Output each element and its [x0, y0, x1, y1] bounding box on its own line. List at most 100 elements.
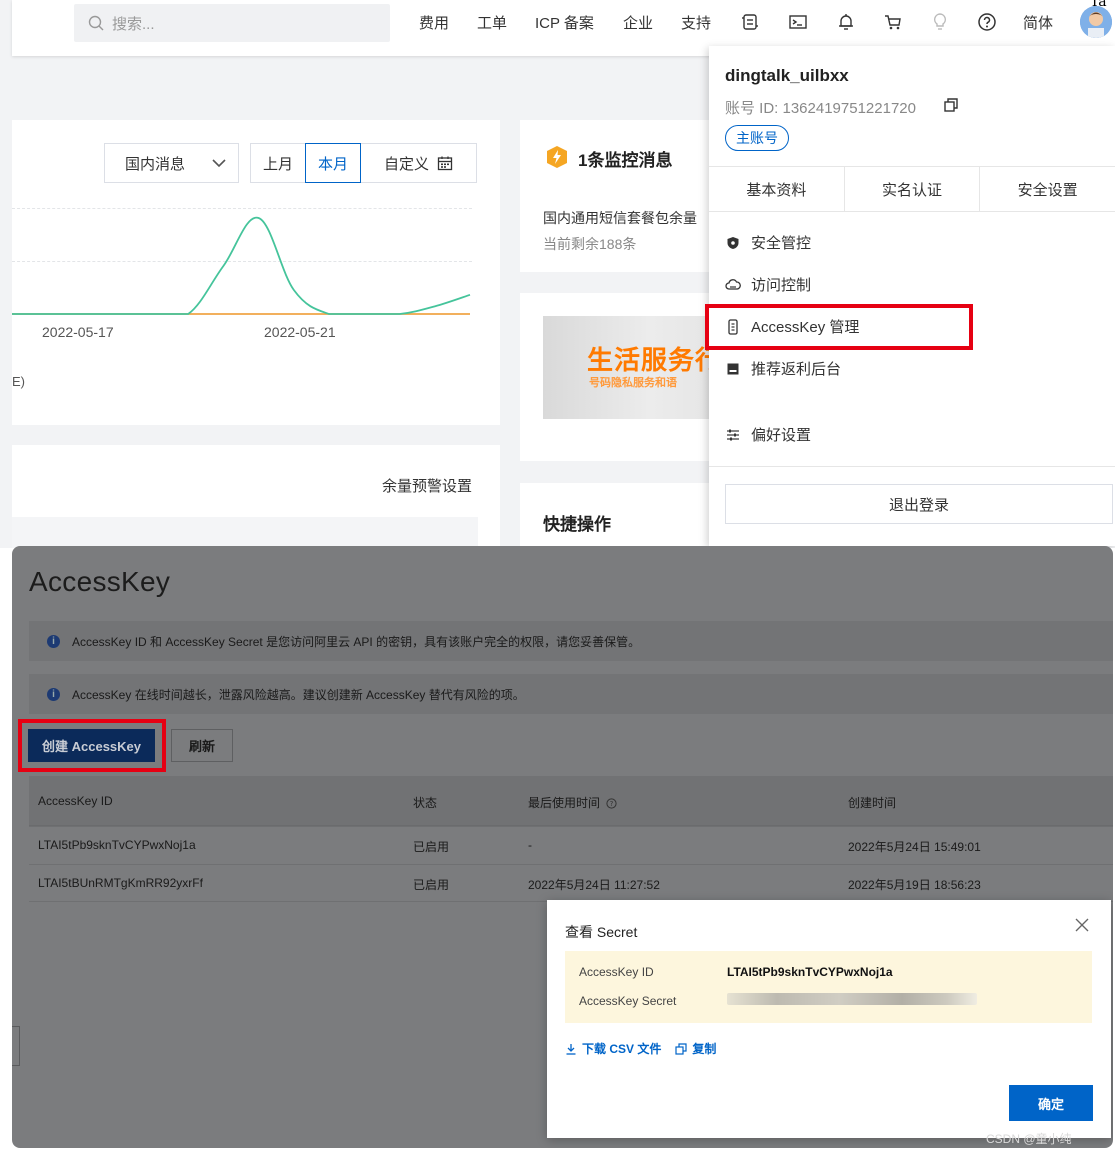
column-header-created: 创建时间	[848, 796, 897, 810]
accesskey-id-label: AccessKey ID	[579, 965, 654, 979]
nav-icp[interactable]: ICP 备案	[535, 12, 594, 33]
tab-basic-info[interactable]: 基本资料	[709, 167, 845, 211]
notice-text: AccessKey ID 和 AccessKey Secret 是您访问阿里云 …	[72, 634, 641, 649]
notice-banner: i AccessKey ID 和 AccessKey Secret 是您访问阿里…	[29, 621, 1113, 661]
cell-status: 已启用	[413, 840, 450, 854]
account-username: dingtalk_uilbxx	[725, 66, 849, 85]
highlight-box-accesskey	[705, 304, 973, 350]
terminal-icon[interactable]	[787, 11, 809, 33]
monitor-remaining: 当前剩余188条	[543, 236, 637, 252]
column-header-last-used: 最后使用时间 ?	[528, 794, 617, 811]
menu-item-label: 推荐返利后台	[751, 361, 842, 378]
balance-strip	[12, 517, 478, 548]
column-header-id: AccessKey ID	[38, 794, 113, 808]
usage-line-chart	[12, 217, 471, 315]
nav-billing[interactable]: 费用	[419, 12, 449, 33]
avatar[interactable]	[1080, 6, 1112, 38]
page-title: AccessKey	[29, 566, 171, 597]
dialog-actions: 下载 CSV 文件 复制	[565, 1040, 730, 1057]
logout-button[interactable]: 退出登录	[725, 484, 1113, 524]
help-icon[interactable]	[976, 11, 998, 33]
message-type-value: 国内消息	[125, 155, 186, 173]
column-header-label: 最后使用时间	[528, 796, 601, 810]
download-icon	[566, 1043, 576, 1055]
row-divider	[29, 864, 1113, 865]
copy-icon	[675, 1042, 687, 1055]
accesskey-page: AccessKey i AccessKey ID 和 AccessKey Sec…	[12, 546, 1113, 1148]
account-dropdown: dingtalk_uilbxx 账号 ID: 1362419751221720 …	[709, 46, 1115, 546]
copy-icon[interactable]	[943, 97, 959, 113]
cell-accesskey-id[interactable]: LTAI5tPb9sknTvCYPwxNoj1a	[38, 838, 196, 852]
quick-actions-title: 快捷操作	[543, 515, 611, 534]
download-csv-link[interactable]: 下载 CSV 文件	[565, 1040, 661, 1057]
bell-icon[interactable]	[835, 11, 857, 33]
menu-item-referral[interactable]: 推荐返利后台	[725, 358, 841, 379]
app-icon[interactable]	[739, 11, 761, 33]
nav-enterprise[interactable]: 企业	[623, 12, 653, 33]
download-label: 下载 CSV 文件	[582, 1042, 662, 1056]
cell-accesskey-id[interactable]: LTAI5tBUnRMTgKmRR92yxrFf	[38, 876, 203, 890]
cart-icon[interactable]	[882, 11, 904, 33]
promo-banner[interactable]: 生活服务行 号码隐私服务和语	[543, 316, 720, 419]
cell-last-used: 2022年5月24日 11:27:52	[528, 878, 660, 892]
cell-status: 已启用	[413, 878, 450, 892]
console-screenshot: 搜索... 费用 工单 ICP 备案 企业 支持 简体 Ta 国内消息 上月 本…	[0, 0, 1115, 548]
usage-chart-card: 国内消息 上月 本月 自定义 2022-05-17 2022-05-21 E)	[12, 120, 500, 425]
segment-last-month[interactable]: 上月	[250, 143, 306, 183]
banner-title: 生活服务行	[587, 345, 720, 375]
language-switch[interactable]: 简体	[1023, 12, 1053, 33]
nav-support[interactable]: 支持	[681, 12, 711, 33]
account-tabs: 基本资料 实名认证 安全设置	[709, 166, 1115, 212]
monitor-card: 1条监控消息 国内通用短信套餐包余量 当前剩余188条	[520, 120, 720, 272]
legend-fragment: E)	[12, 374, 25, 389]
banner-card: 生活服务行 号码隐私服务和语	[520, 293, 720, 461]
shield-icon	[725, 235, 741, 251]
search-box[interactable]: 搜索...	[74, 4, 390, 42]
lightbulb-icon[interactable]	[929, 11, 951, 33]
message-type-select[interactable]: 国内消息	[104, 143, 239, 183]
cell-last-used: -	[528, 838, 532, 852]
help-icon[interactable]: ?	[606, 798, 617, 809]
row-divider	[29, 826, 1113, 827]
svg-text:?: ?	[610, 800, 614, 808]
x-tick-label: 2022-05-21	[264, 324, 336, 340]
menu-item-label: 偏好设置	[751, 427, 812, 444]
monitor-message[interactable]: 国内通用短信套餐包余量	[543, 208, 697, 228]
cell-created: 2022年5月19日 18:56:23	[848, 878, 981, 892]
accesskey-id-value[interactable]: LTAI5tPb9sknTvCYPwxNoj1a	[727, 965, 893, 979]
close-icon[interactable]	[1075, 918, 1089, 932]
menu-item-preferences[interactable]: 偏好设置	[725, 424, 811, 445]
segment-custom[interactable]: 自定义	[360, 143, 477, 183]
refresh-button[interactable]: 刷新	[171, 729, 233, 762]
quick-actions-card: 快捷操作	[520, 483, 720, 548]
menu-item-label: 访问控制	[751, 277, 812, 294]
menu-item-security-control[interactable]: 安全管控	[725, 232, 811, 253]
menu-item-label: 安全管控	[751, 235, 812, 252]
grid-line	[12, 208, 472, 209]
secret-info-box: AccessKey ID LTAI5tPb9sknTvCYPwxNoj1a Ac…	[565, 951, 1092, 1023]
notice-text: AccessKey 在线时间越长，泄露风险越高。建议创建新 AccessKey …	[72, 687, 525, 702]
copy-link[interactable]: 复制	[675, 1040, 716, 1057]
view-secret-dialog: 查看 Secret AccessKey ID LTAI5tPb9sknTvCYP…	[547, 900, 1111, 1138]
notice-banner: i AccessKey 在线时间越长，泄露风险越高。建议创建新 AccessKe…	[29, 674, 1113, 714]
highlight-box-create	[18, 719, 166, 772]
nav-ticket[interactable]: 工单	[477, 12, 507, 33]
balance-alert-settings-link[interactable]: 余量预警设置	[382, 475, 472, 496]
copy-label: 复制	[692, 1042, 717, 1056]
tab-security-settings[interactable]: 安全设置	[980, 167, 1115, 211]
segment-this-month[interactable]: 本月	[305, 143, 361, 183]
x-tick-label: 2022-05-17	[42, 324, 114, 340]
gift-icon	[725, 361, 741, 377]
lightning-icon	[547, 146, 567, 168]
monitor-title: 1条监控消息	[578, 151, 673, 170]
account-id: 账号 ID: 1362419751221720	[725, 100, 916, 117]
banner-subtitle: 号码隐私服务和语	[589, 377, 677, 389]
calendar-icon	[437, 156, 453, 171]
menu-item-access-control[interactable]: 访问控制	[725, 274, 811, 295]
confirm-button[interactable]: 确定	[1009, 1085, 1093, 1121]
sidebar-toggle-handle[interactable]	[12, 1026, 20, 1066]
cloud-icon	[725, 277, 741, 293]
secret-masked-value	[727, 993, 977, 1005]
tab-real-name[interactable]: 实名认证	[845, 167, 981, 211]
main-account-badge: 主账号	[725, 125, 789, 151]
